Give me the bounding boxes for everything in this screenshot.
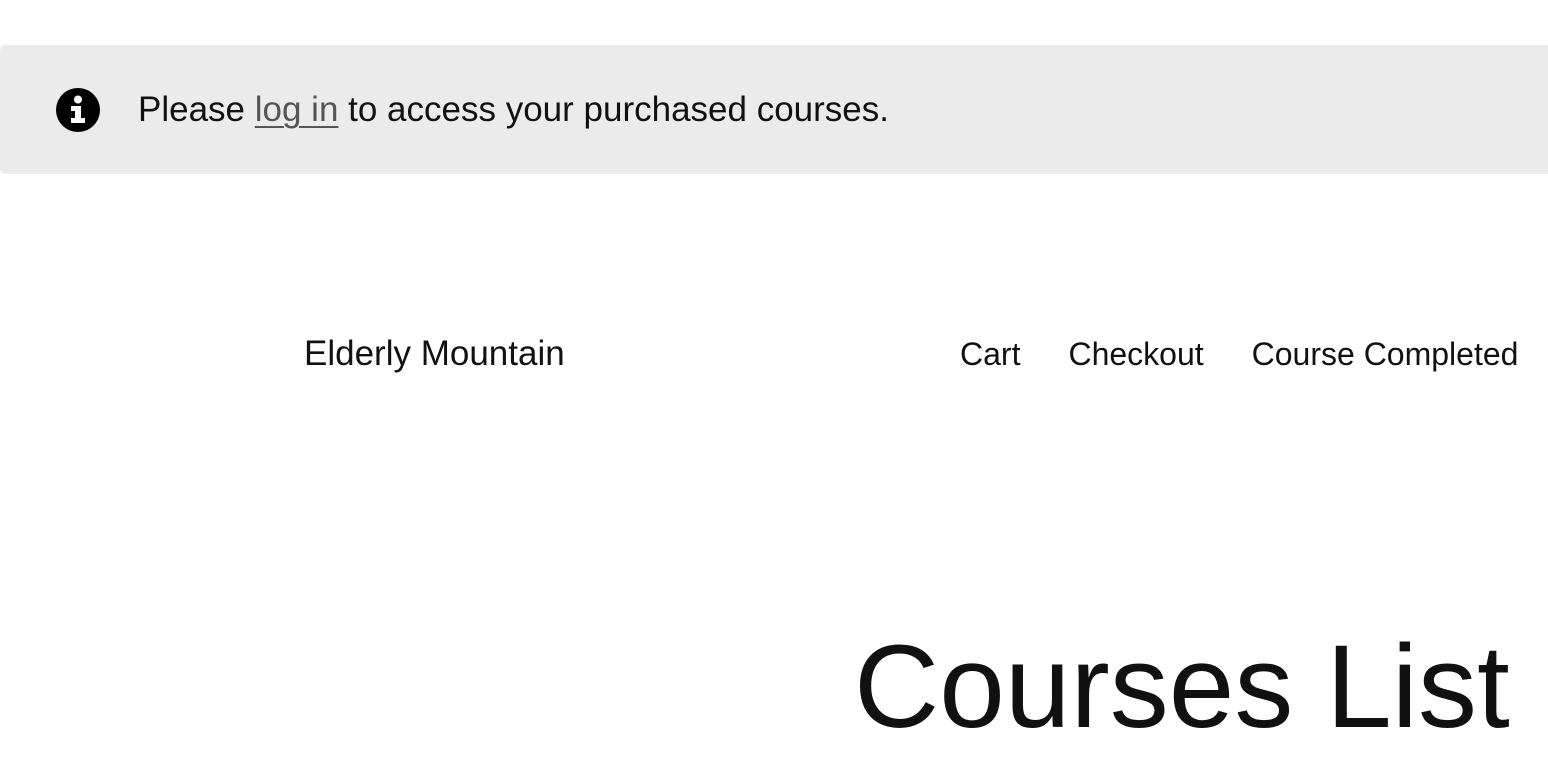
login-link[interactable]: log in: [255, 90, 339, 129]
nav-item-cart[interactable]: Cart: [960, 334, 1020, 374]
page-title: Courses List: [854, 621, 1510, 753]
info-circle-icon: [56, 88, 100, 132]
login-notice: Please log in to access your purchased c…: [0, 45, 1548, 174]
notice-text-after: to access your purchased courses.: [338, 90, 889, 129]
notice-message: Please log in to access your purchased c…: [138, 89, 889, 131]
main-nav: Cart Checkout Course Completed: [960, 334, 1518, 374]
notice-text-before: Please: [138, 90, 255, 129]
nav-item-course-completed[interactable]: Course Completed: [1252, 334, 1519, 374]
site-title[interactable]: Elderly Mountain: [304, 334, 565, 374]
nav-item-checkout[interactable]: Checkout: [1068, 334, 1203, 374]
